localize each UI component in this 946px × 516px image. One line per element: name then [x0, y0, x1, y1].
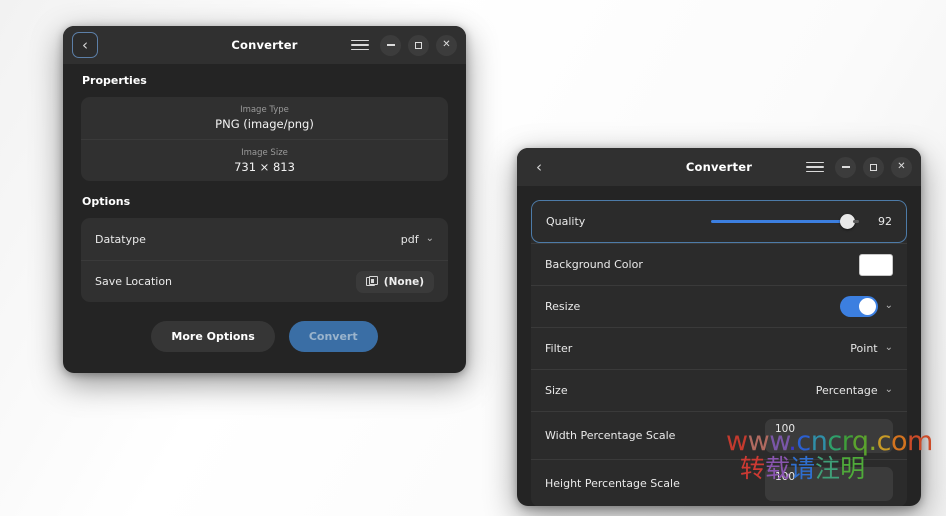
- chevron-down-icon: ⌄: [884, 384, 893, 395]
- row-resize[interactable]: Resize ⌄: [531, 285, 907, 327]
- converter-window-main: ‹ Converter ✕ Properties Image Type PNG …: [63, 26, 466, 373]
- close-button[interactable]: ✕: [891, 156, 912, 178]
- save-location-label: Save Location: [95, 275, 173, 288]
- more-options-button[interactable]: More Options: [151, 321, 275, 352]
- titlebar: ‹ Converter ✕: [63, 26, 466, 64]
- minimize-button[interactable]: [835, 156, 856, 178]
- folder-icon: [365, 276, 378, 287]
- width-scale-group: 100: [765, 418, 893, 453]
- convert-button[interactable]: Convert: [288, 321, 378, 352]
- height-scale-label: Height Percentage Scale: [545, 477, 680, 490]
- row-datatype[interactable]: Datatype pdf ⌄: [81, 218, 448, 260]
- window-content: Properties Image Type PNG (image/png) Im…: [63, 74, 466, 352]
- size-value: Percentage: [815, 384, 878, 397]
- back-button[interactable]: ‹: [72, 32, 98, 58]
- slider-track-rest: [853, 220, 859, 223]
- filter-label: Filter: [545, 342, 573, 355]
- chevron-down-icon[interactable]: ⌄: [885, 300, 893, 311]
- quality-slider[interactable]: [711, 214, 859, 229]
- chevron-down-icon: ⌄: [425, 232, 434, 244]
- converter-window-options: ‹ Converter ✕ Quality 92 Background Colo…: [517, 148, 921, 506]
- quality-value: 92: [878, 215, 892, 228]
- filter-value: Point: [850, 342, 878, 355]
- options-card: Datatype pdf ⌄ Save Location (None): [81, 218, 448, 302]
- row-size[interactable]: Size Percentage ⌄: [531, 369, 907, 411]
- row-quality[interactable]: Quality 92: [531, 200, 907, 243]
- minimize-icon: [386, 44, 395, 46]
- close-icon: ✕: [442, 39, 451, 50]
- save-location-value: (None): [383, 275, 424, 288]
- width-scale-label: Width Percentage Scale: [545, 429, 676, 442]
- maximize-button[interactable]: [408, 34, 429, 56]
- toggle-knob: [858, 298, 876, 315]
- resize-group: ⌄: [839, 296, 893, 317]
- image-type-value: PNG (image/png): [215, 117, 314, 131]
- minimize-icon: [841, 166, 850, 168]
- datatype-value: pdf: [400, 232, 419, 246]
- size-label: Size: [545, 384, 568, 397]
- resize-toggle[interactable]: [839, 296, 878, 317]
- property-image-type: Image Type PNG (image/png): [81, 97, 448, 139]
- width-scale-input[interactable]: 100: [765, 418, 893, 453]
- settings-card: Quality 92 Background Color Resize ⌄ Fil…: [531, 200, 907, 506]
- quality-control-group: 92: [711, 214, 892, 229]
- chevron-down-icon: ⌄: [884, 342, 893, 353]
- chevron-left-icon: ‹: [82, 35, 88, 54]
- titlebar-controls: ✕: [351, 34, 457, 56]
- hamburger-menu-icon[interactable]: [806, 158, 824, 176]
- datatype-value-group: pdf ⌄: [401, 233, 434, 246]
- properties-card: Image Type PNG (image/png) Image Size 73…: [81, 97, 448, 181]
- row-background-color[interactable]: Background Color: [531, 243, 907, 285]
- filter-group: Point ⌄: [850, 342, 893, 355]
- titlebar-controls-2: ✕: [806, 156, 912, 178]
- size-group: Percentage ⌄: [816, 384, 893, 397]
- back-button-2[interactable]: ‹: [526, 154, 552, 180]
- maximize-icon: [415, 41, 422, 49]
- image-size-value: 731 × 813: [234, 159, 295, 174]
- properties-heading: Properties: [82, 74, 147, 87]
- screen-background: ‹ Converter ✕ Properties Image Type PNG …: [0, 0, 946, 516]
- property-image-size: Image Size 731 × 813: [81, 139, 448, 181]
- resize-label: Resize: [545, 300, 581, 313]
- height-scale-group: 100: [765, 466, 893, 501]
- close-icon: ✕: [897, 161, 906, 172]
- options-heading: Options: [82, 195, 131, 208]
- close-button[interactable]: ✕: [436, 34, 457, 56]
- background-color-label: Background Color: [545, 258, 643, 271]
- maximize-button[interactable]: [863, 156, 884, 178]
- hamburger-menu-icon[interactable]: [351, 36, 369, 54]
- action-buttons: More Options Convert: [81, 321, 448, 352]
- maximize-icon: [870, 163, 877, 171]
- chevron-left-icon: ‹: [536, 157, 542, 176]
- row-save-location[interactable]: Save Location (None): [81, 260, 448, 302]
- titlebar-2: ‹ Converter ✕: [517, 148, 921, 186]
- row-filter[interactable]: Filter Point ⌄: [531, 327, 907, 369]
- datatype-label: Datatype: [95, 232, 146, 246]
- background-color-group: [859, 253, 893, 276]
- image-type-label: Image Type: [240, 105, 289, 115]
- minimize-button[interactable]: [380, 34, 401, 56]
- slider-track-filled: [711, 220, 842, 223]
- save-location-value-group: (None): [355, 270, 434, 293]
- save-location-button[interactable]: (None): [355, 270, 434, 293]
- row-width-scale[interactable]: Width Percentage Scale 100: [531, 411, 907, 459]
- quality-label: Quality: [546, 215, 586, 228]
- height-scale-input[interactable]: 100: [765, 466, 893, 501]
- row-height-scale[interactable]: Height Percentage Scale 100: [531, 459, 907, 506]
- window-content-2: Quality 92 Background Color Resize ⌄ Fil…: [517, 200, 921, 506]
- image-size-label: Image Size: [241, 147, 288, 158]
- color-swatch[interactable]: [859, 253, 893, 276]
